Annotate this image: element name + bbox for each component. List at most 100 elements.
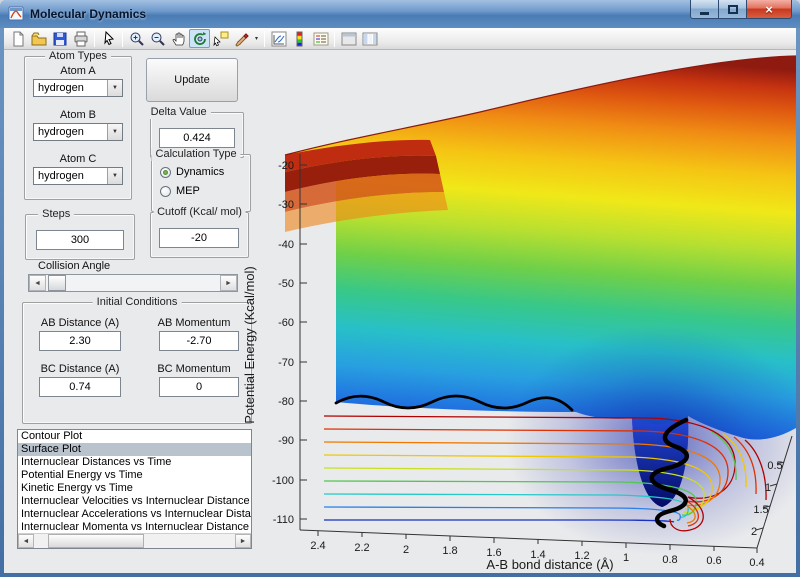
y-tick-label: -20 [278, 160, 294, 172]
atom-a-label: Atom A [25, 65, 131, 77]
list-item-selected[interactable]: Surface Plot [18, 443, 251, 456]
titlebar[interactable]: Molecular Dynamics × [0, 0, 800, 28]
panel-title: Delta Value [147, 106, 211, 119]
ab-momentum-label: AB Momentum [137, 317, 251, 329]
y-tick-label: -70 [278, 357, 294, 369]
close-button[interactable]: × [747, 0, 792, 19]
x-tick-label: 2.4 [310, 540, 325, 552]
chevron-down-icon[interactable]: ▼ [107, 80, 122, 96]
slider-left-arrow-icon[interactable]: ◄ [29, 275, 46, 291]
ab-distance-input[interactable]: 2.30 [39, 331, 121, 351]
radio-dynamics[interactable]: Dynamics [160, 166, 224, 178]
zoom-out-icon[interactable] [147, 29, 168, 48]
radio-mep[interactable]: MEP [160, 185, 200, 197]
atom-a-combobox[interactable]: hydrogen ▼ [33, 79, 123, 97]
plot-canvas[interactable]: -20 -30 -40 -50 -60 -70 -80 -90 -100 -11… [240, 50, 796, 573]
list-item[interactable]: Internuclear Velocities vs Internuclear … [18, 495, 251, 508]
bc-momentum-label: BC Momentum [137, 363, 251, 375]
atom-types-panel: Atom Types Atom A hydrogen ▼ Atom B hydr… [24, 56, 132, 200]
figure-body: ▾ Atom Types Atom A hydrogen ▼ Atom B hy… [4, 28, 796, 573]
delta-value-input[interactable]: 0.424 [159, 128, 235, 148]
collision-angle-label: Collision Angle [38, 260, 110, 272]
brush-icon[interactable] [231, 29, 252, 48]
toolbar-separator [264, 31, 265, 47]
scrollbar-thumb[interactable] [48, 534, 144, 548]
window-buttons: × [690, 0, 792, 19]
list-item[interactable]: Internuclear Distances vs Time [18, 456, 251, 469]
figure-toolbar: ▾ [4, 28, 796, 50]
cutoff-input[interactable]: -20 [159, 228, 239, 248]
zoom-in-icon[interactable] [126, 29, 147, 48]
list-item[interactable]: Kinetic Energy vs Time [18, 482, 251, 495]
bc-distance-input[interactable]: 0.74 [39, 377, 121, 397]
y-tick-label: -30 [278, 199, 294, 211]
x-tick-label: 1.8 [442, 545, 457, 557]
radio-dynamics-label: Dynamics [176, 166, 224, 178]
rotate-3d-icon[interactable] [189, 29, 210, 48]
chevron-down-icon[interactable]: ▼ [107, 124, 122, 140]
brush-dropdown-icon[interactable]: ▾ [252, 35, 261, 42]
collision-angle-slider[interactable]: ◄ ► [28, 274, 238, 292]
y-tick-label: -60 [278, 317, 294, 329]
slider-thumb[interactable] [48, 275, 66, 291]
depth-tick-label: 1.5 [753, 504, 768, 516]
initial-conditions-panel: Initial Conditions AB Distance (A) AB Mo… [22, 302, 252, 424]
depth-tick-label: 1 [765, 482, 771, 494]
minimize-button[interactable] [690, 0, 719, 19]
molecular-dynamics-window: Molecular Dynamics × ▾ [0, 0, 800, 577]
atom-c-label: Atom C [25, 153, 131, 165]
pan-icon[interactable] [168, 29, 189, 48]
cutoff-panel: Cutoff (Kcal/ mol) -20 [150, 212, 249, 258]
hide-plot-tools-icon[interactable] [338, 29, 359, 48]
data-cursor-icon[interactable] [210, 29, 231, 48]
bc-distance-label: BC Distance (A) [23, 363, 137, 375]
bc-momentum-input[interactable]: 0 [159, 377, 239, 397]
ab-momentum-input[interactable]: -2.70 [159, 331, 239, 351]
surface-plot-svg[interactable]: -20 -30 -40 -50 -60 -70 -80 -90 -100 -11… [240, 50, 796, 573]
list-item[interactable]: Potential Energy vs Time [18, 469, 251, 482]
new-figure-icon[interactable] [7, 29, 28, 48]
figure-window-icon[interactable] [8, 6, 24, 22]
print-icon[interactable] [70, 29, 91, 48]
depth-tick-label: 2 [751, 526, 757, 538]
insert-legend-icon[interactable] [310, 29, 331, 48]
scroll-left-arrow-icon[interactable]: ◄ [18, 534, 34, 548]
open-file-icon[interactable] [28, 29, 49, 48]
panel-title: Initial Conditions [93, 296, 182, 309]
update-button[interactable]: Update [146, 58, 238, 102]
steps-input[interactable]: 300 [36, 230, 124, 250]
slider-track[interactable] [46, 275, 220, 291]
plot-type-listbox[interactable]: Contour Plot Surface Plot Internuclear D… [17, 429, 252, 549]
listbox-horizontal-scrollbar[interactable]: ◄ ► [18, 533, 251, 548]
y-tick-label: -90 [278, 435, 294, 447]
y-tick-label: -110 [273, 514, 294, 526]
slider-right-arrow-icon[interactable]: ► [220, 275, 237, 291]
surface-plot[interactable] [285, 56, 796, 555]
panel-title: Calculation Type [152, 148, 241, 161]
edit-plot-pointer-icon[interactable] [98, 29, 119, 48]
maximize-button[interactable] [719, 0, 747, 19]
list-item[interactable]: Internuclear Accelerations vs Internucle… [18, 508, 251, 521]
show-plot-tools-icon[interactable] [359, 29, 380, 48]
scrollbar-track[interactable] [34, 534, 235, 548]
atom-c-combobox[interactable]: hydrogen ▼ [33, 167, 123, 185]
toolbar-separator [122, 31, 123, 47]
atom-b-combobox[interactable]: hydrogen ▼ [33, 123, 123, 141]
link-plot-icon[interactable] [268, 29, 289, 48]
toolbar-separator [334, 31, 335, 47]
x-tick-label: 1 [623, 552, 629, 564]
insert-colorbar-icon[interactable] [289, 29, 310, 48]
depth-tick-label: 0.5 [767, 460, 782, 472]
atom-b-value: hydrogen [34, 124, 107, 140]
save-icon[interactable] [49, 29, 70, 48]
chevron-down-icon[interactable]: ▼ [107, 168, 122, 184]
radio-mep-label: MEP [176, 185, 200, 197]
list-item[interactable]: Contour Plot [18, 430, 251, 443]
x-tick-label: 0.6 [706, 555, 721, 567]
window-title: Molecular Dynamics [30, 7, 146, 21]
panel-title: Atom Types [45, 50, 111, 63]
radio-dot-selected[interactable] [160, 167, 171, 178]
radio-dot[interactable] [160, 186, 171, 197]
steps-panel: Steps 300 [25, 214, 135, 260]
atom-c-value: hydrogen [34, 168, 107, 184]
